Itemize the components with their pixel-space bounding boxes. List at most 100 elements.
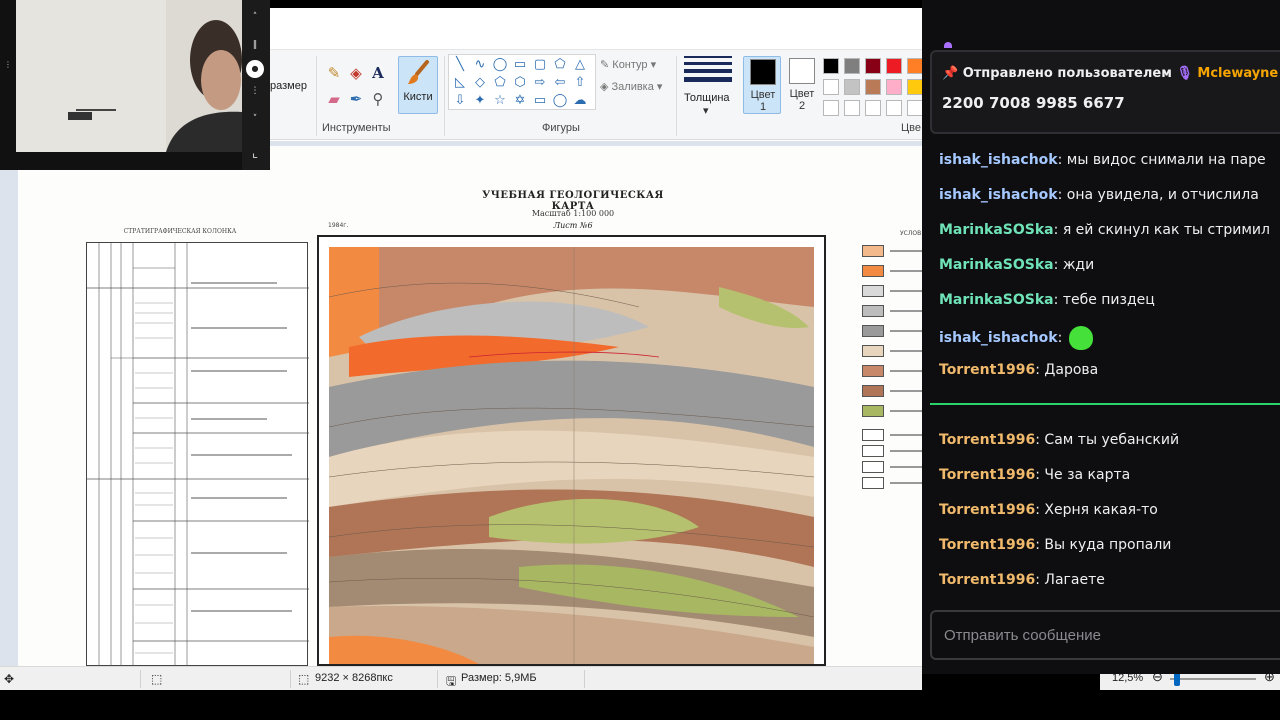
palette-swatch[interactable] <box>886 100 902 116</box>
chat-separator: : <box>1057 187 1067 203</box>
chat-username[interactable]: Torrent1996 <box>939 362 1035 378</box>
palette-swatch[interactable] <box>844 100 860 116</box>
palette-swatch[interactable] <box>844 58 860 74</box>
selection-icon: ⬚ <box>151 672 163 686</box>
star5-shape-icon[interactable]: ☆ <box>491 93 509 109</box>
palette-swatch[interactable] <box>865 58 881 74</box>
chat-text: я ей скинул как ты стримил <box>1062 222 1270 238</box>
callout-cloud-shape-icon[interactable]: ☁ <box>571 93 589 109</box>
resize-label[interactable]: размер <box>270 80 307 92</box>
arrow-left-shape-icon[interactable]: ⇦ <box>551 75 569 91</box>
palette-swatch[interactable] <box>907 58 922 74</box>
palette-swatch[interactable] <box>886 79 902 95</box>
palette-swatch[interactable] <box>865 79 881 95</box>
chat-input[interactable] <box>944 624 1274 646</box>
zoom-slider-thumb[interactable] <box>1174 672 1180 686</box>
text-tool-icon[interactable]: A <box>368 64 388 82</box>
webcam-scene <box>16 0 242 152</box>
palette-swatch[interactable] <box>844 79 860 95</box>
pinned-text: 2200 7008 9985 6677 <box>942 94 1125 112</box>
record-icon[interactable]: ● <box>246 60 264 78</box>
settings-icon[interactable]: ⋮ <box>244 86 266 96</box>
chat-username[interactable]: Torrent1996 <box>939 502 1035 518</box>
palette-swatch[interactable] <box>865 100 881 116</box>
palette-swatch[interactable] <box>886 58 902 74</box>
polygon-shape-icon[interactable]: ⬠ <box>551 57 569 73</box>
callout-rect-shape-icon[interactable]: ▭ <box>531 93 549 109</box>
canvas-dimensions: 9232 × 8268пкс <box>315 672 393 684</box>
map-sheet-number: Лист №6 <box>553 221 593 230</box>
pinned-message[interactable]: 📌 Отправлено пользователем 🎙 Mclewayne 2… <box>930 50 1280 134</box>
chevron-down-icon[interactable]: ˅ <box>244 114 266 124</box>
magnifier-icon[interactable]: ⚲ <box>368 90 388 108</box>
line-shape-icon[interactable]: ╲ <box>451 57 469 73</box>
chat-username[interactable]: Torrent1996 <box>939 432 1035 448</box>
outline-dropdown[interactable]: ✎ Контур ▾ <box>600 58 656 71</box>
curve-shape-icon[interactable]: ∿ <box>471 57 489 73</box>
shapes-gallery[interactable]: ╲ ∿ ◯ ▭ ▢ ⬠ △ ◺ ◇ ⬠ ⬡ ⇨ ⇦ ⇧ ⇩ ✦ ☆ ✡ ▭ ◯ … <box>448 54 596 110</box>
fullscreen-icon[interactable]: ⌞ <box>244 146 266 161</box>
chat-message: Torrent1996: Херня какая-то <box>939 501 1158 519</box>
chat-username[interactable]: ishak_ishachok <box>939 187 1058 203</box>
brushes-button[interactable]: Кисти <box>398 56 438 114</box>
color1-button[interactable]: Цвет 1 <box>743 56 781 114</box>
shapes-group-label: Фигуры <box>542 122 580 134</box>
callout-oval-shape-icon[interactable]: ◯ <box>551 93 569 109</box>
chat-username[interactable]: MarinkaSOSka <box>939 222 1054 238</box>
chat-text: Сам ты уебанский <box>1044 432 1180 448</box>
oval-shape-icon[interactable]: ◯ <box>491 57 509 73</box>
color-picker-icon[interactable]: ✒ <box>346 90 366 108</box>
outline-label: Контур <box>612 59 648 71</box>
chat-username[interactable]: ishak_ishachok <box>939 330 1058 346</box>
pinned-prefix: Отправлено пользователем <box>962 66 1172 81</box>
pencil-icon[interactable]: ✎ <box>324 64 344 82</box>
color1-label: Цвет 1 <box>750 89 776 113</box>
right-triangle-shape-icon[interactable]: ◺ <box>451 75 469 91</box>
thickness-button[interactable] <box>684 56 732 86</box>
zoom-slider-track[interactable] <box>1170 678 1256 680</box>
dots-icon: ⋮ <box>4 60 12 69</box>
eraser-icon[interactable]: ▰ <box>324 90 344 108</box>
chat-separator: : <box>1053 222 1063 238</box>
chevron-up-icon[interactable]: ˄ <box>244 12 266 22</box>
legend-title: УСЛОВ <box>900 230 922 237</box>
arrow-right-shape-icon[interactable]: ⇨ <box>531 75 549 91</box>
chat-username[interactable]: Torrent1996 <box>939 572 1035 588</box>
chat-username[interactable]: Torrent1996 <box>939 537 1035 553</box>
fill-label: Заливка <box>611 81 654 93</box>
chat-username[interactable]: ishak_ishachok <box>939 152 1058 168</box>
fill-bucket-icon[interactable]: ◈ <box>346 64 366 82</box>
palette-swatch[interactable] <box>907 100 922 116</box>
hexagon-shape-icon[interactable]: ⬡ <box>511 75 529 91</box>
rounded-rect-shape-icon[interactable]: ▢ <box>531 57 549 73</box>
chat-input-box[interactable] <box>930 610 1280 660</box>
palette-swatch[interactable] <box>823 79 839 95</box>
pinned-user[interactable]: Mclewayne <box>1197 66 1278 81</box>
chat-message: Torrent1996: Вы куда пропали <box>939 536 1171 554</box>
colors-group-label: Цве <box>901 122 921 134</box>
pause-icon[interactable]: ‖ <box>244 40 266 50</box>
chat-text: жди <box>1062 257 1095 273</box>
chat-username[interactable]: MarinkaSOSka <box>939 292 1054 308</box>
chat-text: Херня какая-то <box>1044 502 1158 518</box>
diamond-shape-icon[interactable]: ◇ <box>471 75 489 91</box>
pentagon-shape-icon[interactable]: ⬠ <box>491 75 509 91</box>
canvas-size-icon: ⬚ <box>298 672 310 686</box>
fill-dropdown[interactable]: ◈ Заливка ▾ <box>600 80 662 93</box>
tools-group-label: Инструменты <box>322 122 391 134</box>
palette-swatch[interactable] <box>907 79 922 95</box>
save-icon: 🖫 <box>446 674 457 688</box>
star6-shape-icon[interactable]: ✡ <box>511 93 529 109</box>
chat-top-accent <box>944 42 952 48</box>
color1-swatch <box>750 59 776 85</box>
chat-username[interactable]: Torrent1996 <box>939 467 1035 483</box>
color2-button[interactable]: Цвет 2 <box>783 56 821 114</box>
triangle-shape-icon[interactable]: △ <box>571 57 589 73</box>
palette-swatch[interactable] <box>823 100 839 116</box>
palette-swatch[interactable] <box>823 58 839 74</box>
star4-shape-icon[interactable]: ✦ <box>471 93 489 109</box>
arrow-down-shape-icon[interactable]: ⇩ <box>451 93 469 109</box>
rectangle-shape-icon[interactable]: ▭ <box>511 57 529 73</box>
chat-username[interactable]: MarinkaSOSka <box>939 257 1054 273</box>
arrow-up-shape-icon[interactable]: ⇧ <box>571 75 589 91</box>
